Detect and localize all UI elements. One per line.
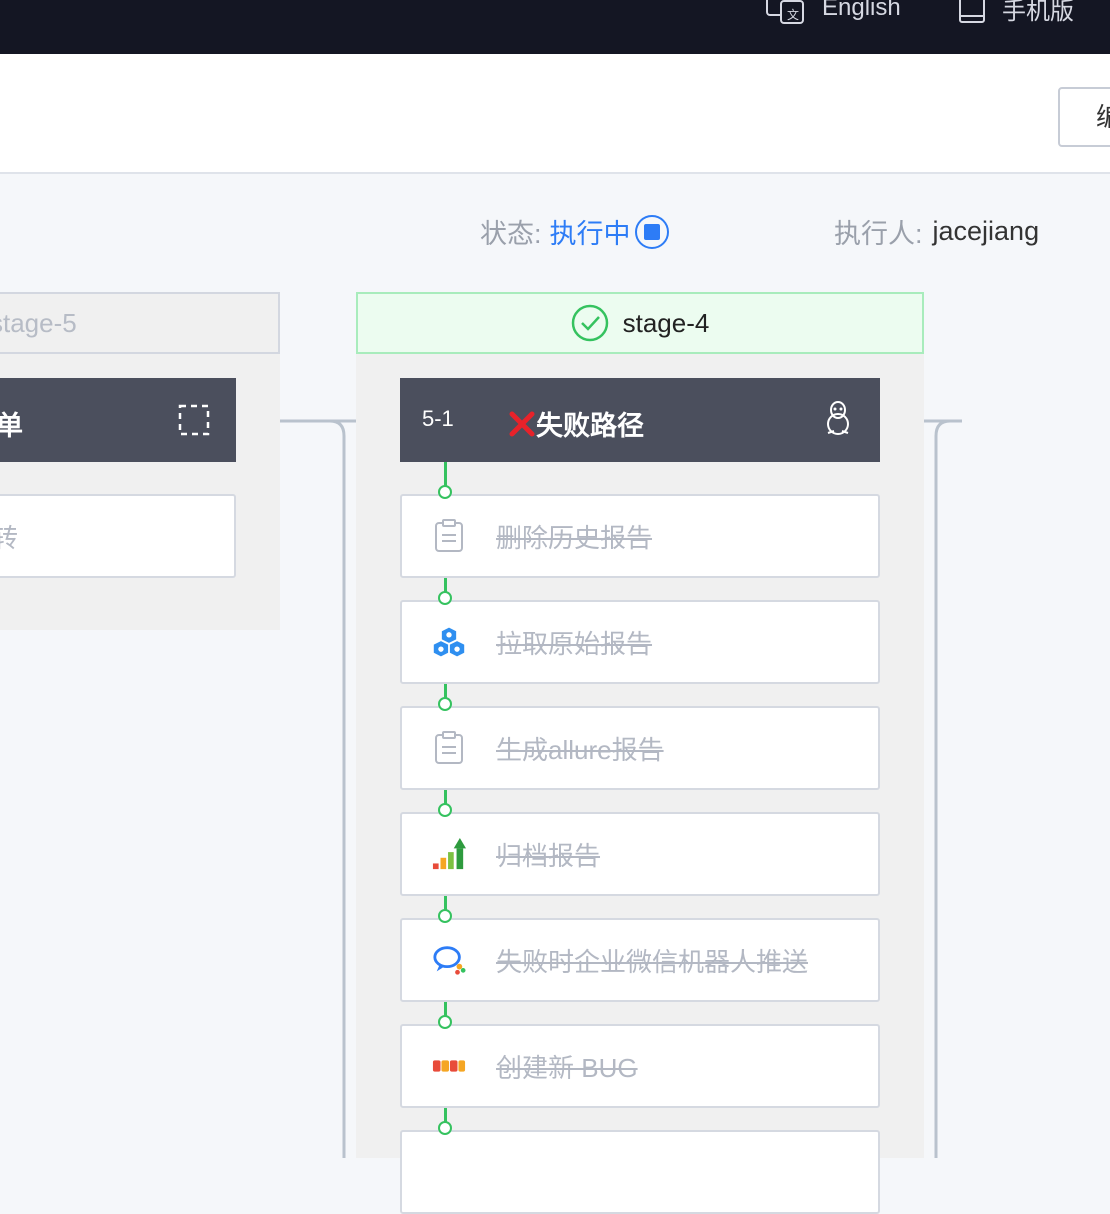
step-label: 失败时企业微信机器人推送 — [496, 946, 809, 977]
connector-dot — [438, 591, 452, 605]
step-label: 归档报告 — [496, 840, 601, 871]
step-item[interactable]: 删除历史报告 — [400, 494, 880, 578]
step-label: 生成allure报告 — [496, 734, 664, 765]
connector-dot — [438, 1015, 452, 1029]
step-item[interactable]: 创建新 BUG — [400, 1024, 880, 1108]
chat-bubble-icon — [432, 943, 466, 977]
cubes-icon — [432, 625, 466, 659]
connector-dot — [438, 485, 452, 499]
step-item[interactable]: 拉取原始报告 — [400, 600, 880, 684]
fullscreen-icon[interactable] — [178, 404, 210, 436]
stage-header-left[interactable]: stage-5 — [0, 292, 280, 354]
tapd-icon — [432, 1049, 466, 1083]
linux-penguin-icon — [827, 401, 849, 435]
success-check-icon — [571, 304, 608, 342]
step-item[interactable]: 失败时企业微信机器人推送 — [400, 918, 880, 1002]
clipboard-icon — [432, 731, 466, 765]
stage-name: stage-4 — [622, 307, 710, 338]
job-title-wrap: 失败路径 — [508, 404, 644, 443]
job-title: 失败路径 — [536, 411, 644, 441]
step-label: 删除历史报告 — [496, 522, 653, 553]
stage-name-left: stage-5 — [0, 307, 77, 338]
connector-dot — [438, 909, 452, 923]
step-item[interactable]: 生成allure报告 — [400, 706, 880, 790]
connector-dot — [438, 803, 452, 817]
stage-header[interactable]: stage-4 — [356, 292, 924, 354]
job-header[interactable]: 5-1 失败路径 — [400, 378, 880, 462]
step-label: 拉取原始报告 — [496, 628, 653, 659]
job-number: 5-1 — [422, 406, 454, 431]
clipboard-icon — [432, 519, 466, 553]
step-label-left: 转 — [0, 522, 19, 553]
connector-dot — [438, 697, 452, 711]
job-title-left: 单 — [0, 411, 23, 441]
bar-arrow-icon — [432, 837, 466, 871]
connector-dot — [438, 1121, 452, 1135]
fail-x-icon — [509, 411, 535, 436]
step-label: 创建新 BUG — [496, 1052, 638, 1083]
job-header-left[interactable]: 单 — [0, 378, 236, 462]
step-item[interactable]: 归档报告 — [400, 812, 880, 896]
step-left[interactable]: 转 — [0, 494, 236, 578]
step-item[interactable] — [400, 1130, 880, 1214]
